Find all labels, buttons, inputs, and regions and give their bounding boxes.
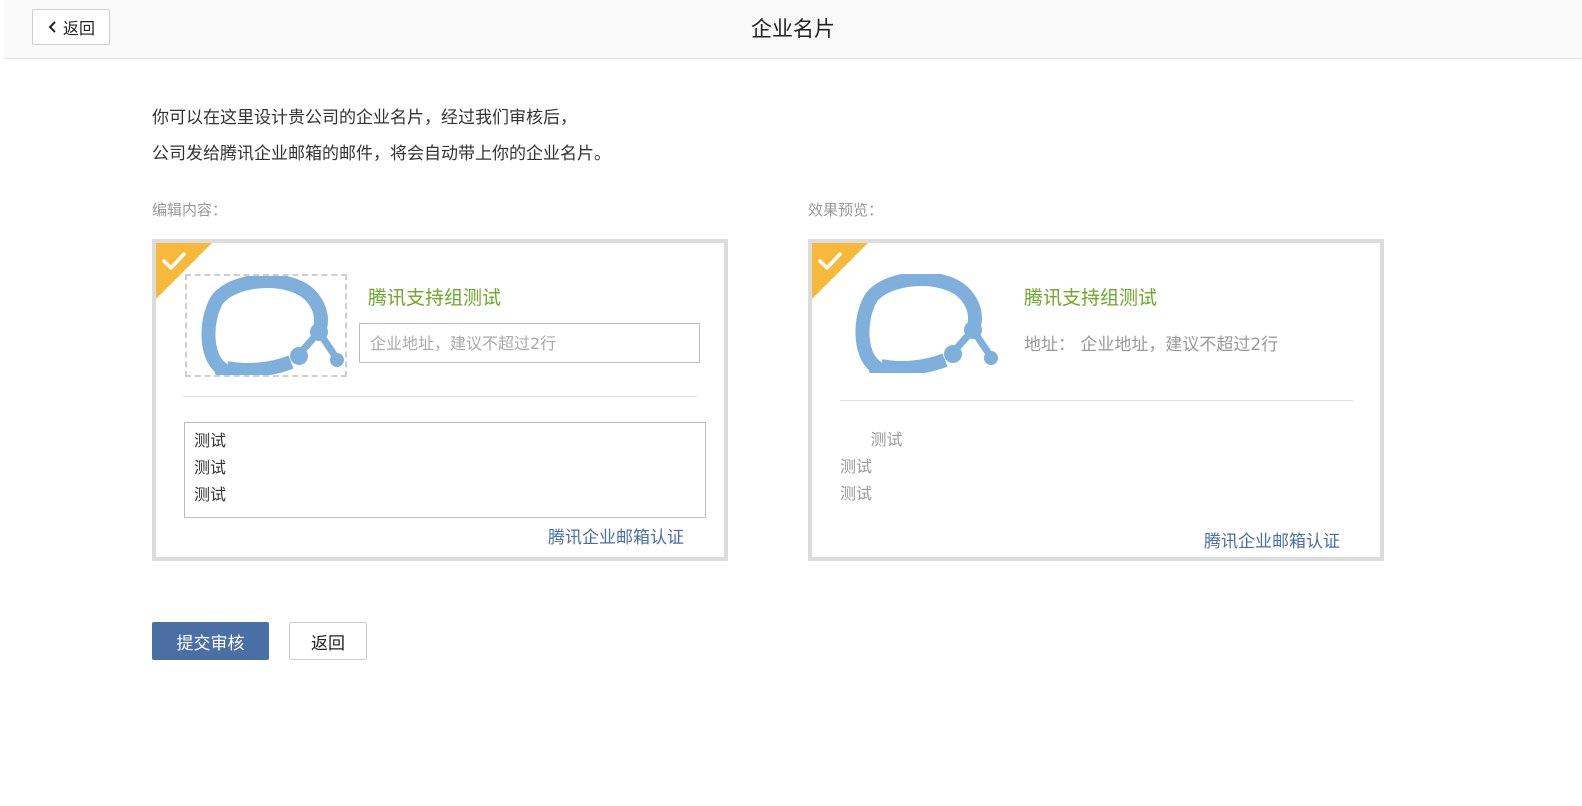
preview-body-line-1: 测试 <box>840 430 903 449</box>
preview-address-prefix: 地址： <box>1024 335 1075 355</box>
preview-address: 地址： 企业地址，建议不超过2行 <box>1024 330 1278 355</box>
address-input[interactable] <box>359 323 700 363</box>
editor-card: 腾讯支持组测试 测试 测试 测试 腾讯企业邮箱认证 <box>152 239 728 561</box>
editor-label: 编辑内容： <box>152 201 228 219</box>
cancel-button[interactable]: 返回 <box>289 622 367 660</box>
body-line-1: 测试 <box>194 431 227 450</box>
intro-line-2: 公司发给腾讯企业邮箱的邮件，将会自动带上你的企业名片。 <box>152 144 611 164</box>
intro-text: 你可以在这里设计贵公司的企业名片，经过我们审核后， 公司发给腾讯企业邮箱的邮件，… <box>152 100 611 172</box>
preview-address-text: 企业地址，建议不超过2行 <box>1080 335 1279 355</box>
preview-body-line-3: 测试 <box>840 484 873 503</box>
preview-company-name: 腾讯支持组测试 <box>1024 287 1158 309</box>
verify-link[interactable]: 腾讯企业邮箱认证 <box>548 523 684 548</box>
preview-logo <box>841 272 1003 377</box>
divider <box>183 396 697 397</box>
company-logo-icon <box>201 274 344 378</box>
body-line-3: 测试 <box>194 485 227 504</box>
company-logo-icon <box>855 272 998 376</box>
submit-review-button[interactable]: 提交审核 <box>152 622 269 660</box>
preview-label: 效果预览： <box>808 201 884 219</box>
body-textarea[interactable]: 测试 测试 测试 <box>184 422 706 518</box>
logo-upload-area[interactable] <box>185 274 347 378</box>
intro-line-1: 你可以在这里设计贵公司的企业名片，经过我们审核后， <box>152 108 577 128</box>
body-line-2: 测试 <box>194 458 227 477</box>
page-title: 企业名片 <box>751 17 835 41</box>
preview-body: 测试 测试 测试 <box>840 426 903 507</box>
preview-body-line-2: 测试 <box>840 457 873 476</box>
divider <box>840 400 1353 401</box>
company-name: 腾讯支持组测试 <box>368 287 502 309</box>
preview-card: 腾讯支持组测试 地址： 企业地址，建议不超过2行 测试 测试 测试 腾讯企业邮箱… <box>808 239 1384 561</box>
top-bar: 返回 企业名片 <box>4 0 1582 59</box>
preview-verify-link[interactable]: 腾讯企业邮箱认证 <box>1204 527 1340 552</box>
